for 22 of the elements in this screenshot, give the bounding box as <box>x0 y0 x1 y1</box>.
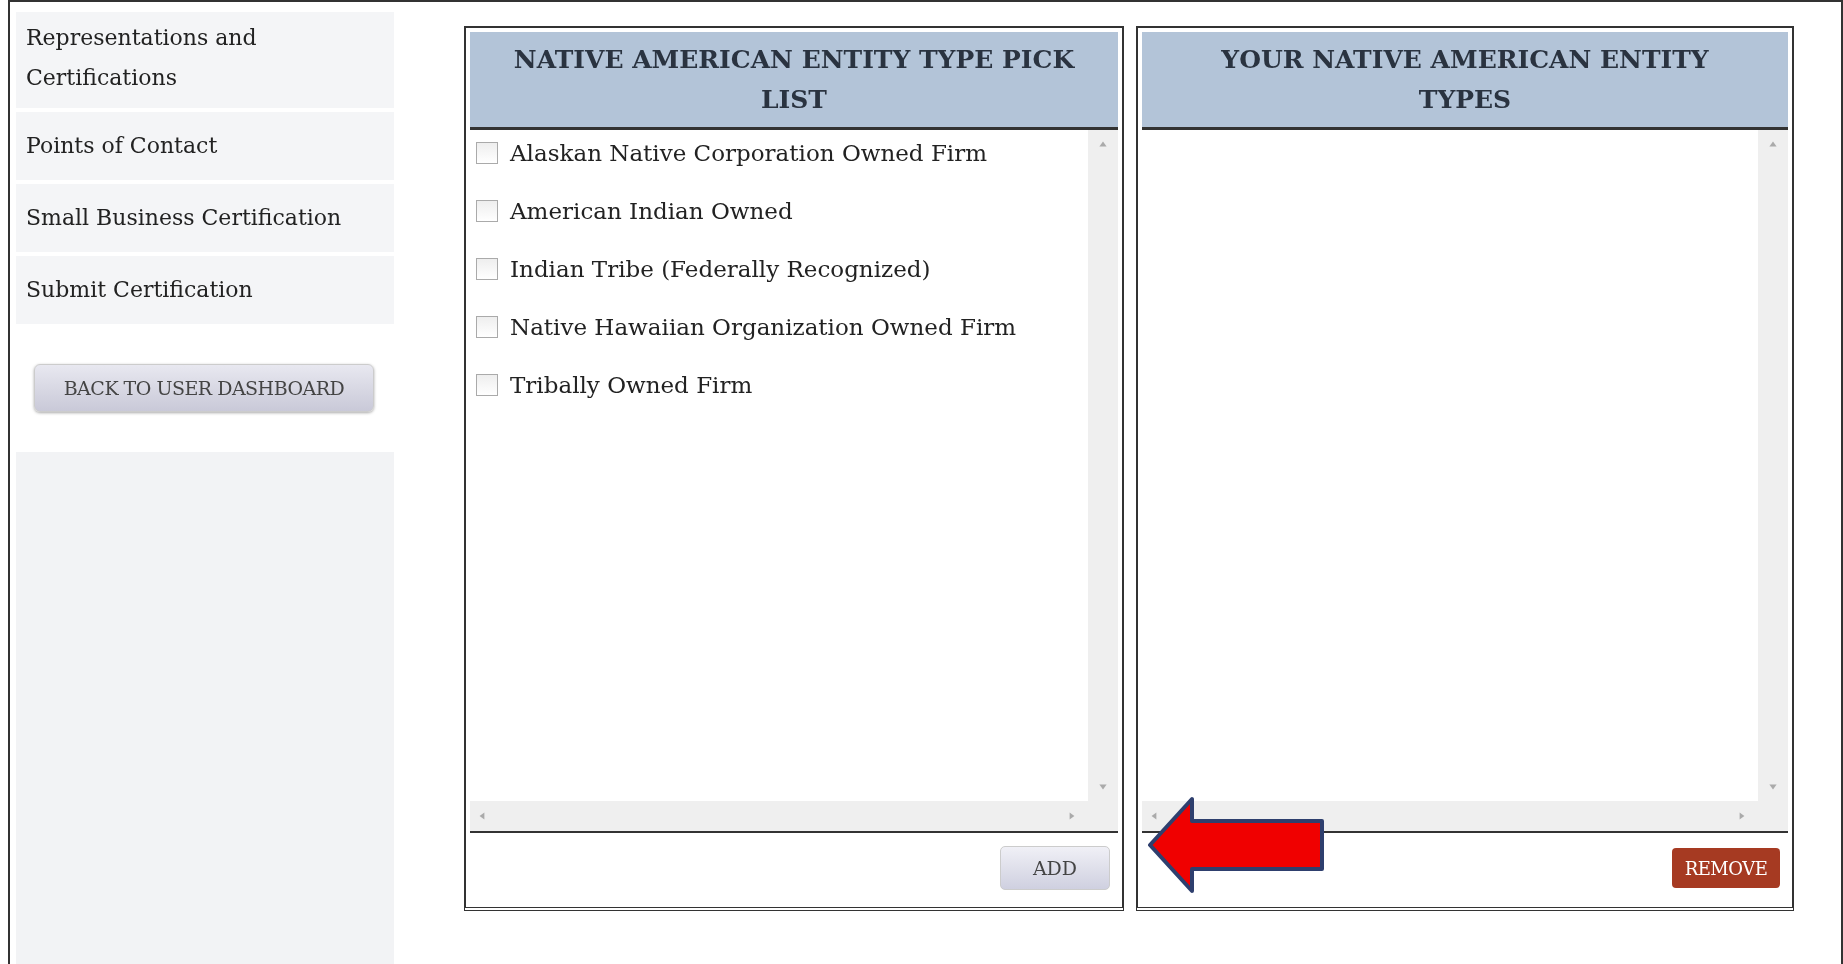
sidebar-item[interactable]: Representations and Certifications <box>16 12 394 108</box>
vertical-scrollbar[interactable] <box>1088 130 1118 801</box>
add-button[interactable]: ADD <box>1000 846 1110 890</box>
option-label: Tribally Owned Firm <box>510 372 753 398</box>
sidebar-item[interactable]: Submit Certification <box>16 256 394 324</box>
back-to-dashboard-button[interactable]: BACK TO USER DASHBOARD <box>34 364 374 412</box>
checkbox[interactable] <box>476 142 498 164</box>
horizontal-scrollbar[interactable] <box>470 801 1118 831</box>
option-label: Alaskan Native Corporation Owned Firm <box>510 140 987 166</box>
option-label: Native Hawaiian Organization Owned Firm <box>510 314 1017 340</box>
sidebar-item[interactable]: Points of Contact <box>16 112 394 180</box>
checkbox[interactable] <box>476 258 498 280</box>
option-label: American Indian Owned <box>510 198 793 224</box>
vertical-scrollbar[interactable] <box>1758 130 1788 801</box>
sidebar-item[interactable]: Small Business Certification <box>16 184 394 252</box>
remove-button[interactable]: REMOVE <box>1672 848 1780 888</box>
checkbox[interactable] <box>476 200 498 222</box>
panel-header: NATIVE AMERICAN ENTITY TYPE PICK LIST <box>470 32 1118 130</box>
option-label: Indian Tribe (Federally Recognized) <box>510 256 931 282</box>
panel-header: YOUR NATIVE AMERICAN ENTITY TYPES <box>1142 32 1788 130</box>
checkbox[interactable] <box>476 374 498 396</box>
checkbox[interactable] <box>476 316 498 338</box>
